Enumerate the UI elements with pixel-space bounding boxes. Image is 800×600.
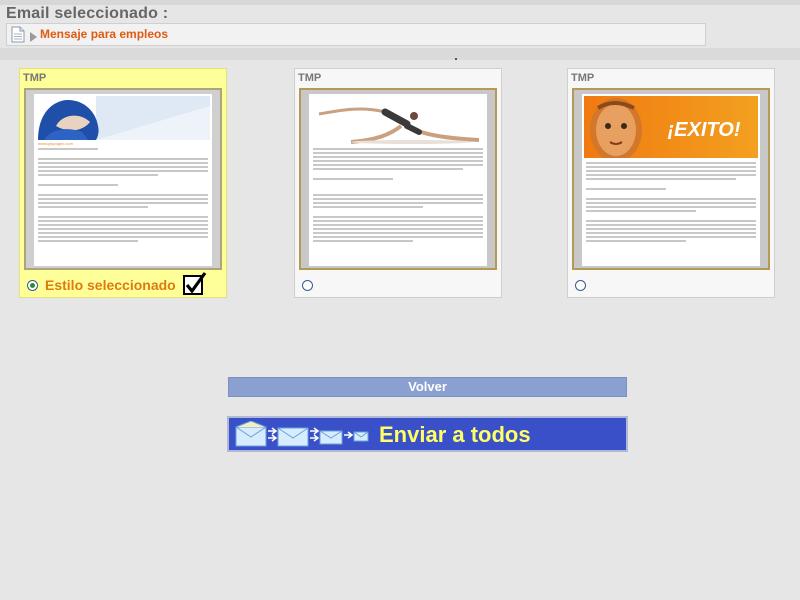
separator-band (0, 48, 800, 60)
preview-text (38, 148, 208, 244)
template-radio-3[interactable] (575, 280, 586, 291)
preview-page (309, 94, 487, 266)
exito-text: ¡EXITO! (668, 119, 741, 141)
template-label: TMP (571, 72, 595, 84)
send-all-label: Enviar a todos (379, 422, 531, 447)
selected-style-label: Estilo seleccionado (45, 277, 176, 293)
checkmark-icon (183, 272, 207, 301)
back-button[interactable]: Volver (228, 377, 627, 397)
template-card-2[interactable]: TMP (294, 68, 502, 298)
preview-page: ¡EXITO! (582, 94, 760, 266)
document-icon (10, 26, 26, 48)
template-preview[interactable]: www.grupogec.com (24, 88, 222, 270)
template-label: TMP (298, 72, 322, 84)
envelopes-icon (234, 420, 374, 452)
separator-dot (455, 58, 457, 60)
template-preview[interactable]: ¡EXITO! (572, 88, 770, 270)
hero-yoga-image (311, 96, 485, 144)
hero-exito-image: ¡EXITO! (584, 96, 758, 158)
email-subject: Mensaje para empleos (40, 27, 169, 41)
template-radio-2[interactable] (302, 280, 313, 291)
preview-page: www.grupogec.com (34, 94, 212, 266)
preview-text (313, 148, 483, 244)
template-card-1[interactable]: TMP www.grupogec.com Estilo seleccionado (19, 68, 227, 298)
page-title: Email seleccionado : (6, 5, 169, 22)
template-card-3[interactable]: TMP ¡EXITO! (567, 68, 775, 298)
chevron-right-icon (30, 29, 37, 47)
template-preview[interactable] (299, 88, 497, 270)
template-label: TMP (23, 72, 47, 84)
preview-text (586, 162, 756, 244)
hero-woman-image (36, 96, 210, 140)
template-radio-1[interactable] (27, 280, 38, 291)
send-all-button[interactable]: Enviar a todos (227, 416, 628, 452)
site-url: www.grupogec.com (38, 141, 73, 146)
selected-email-box: Mensaje para empleos (6, 23, 706, 46)
